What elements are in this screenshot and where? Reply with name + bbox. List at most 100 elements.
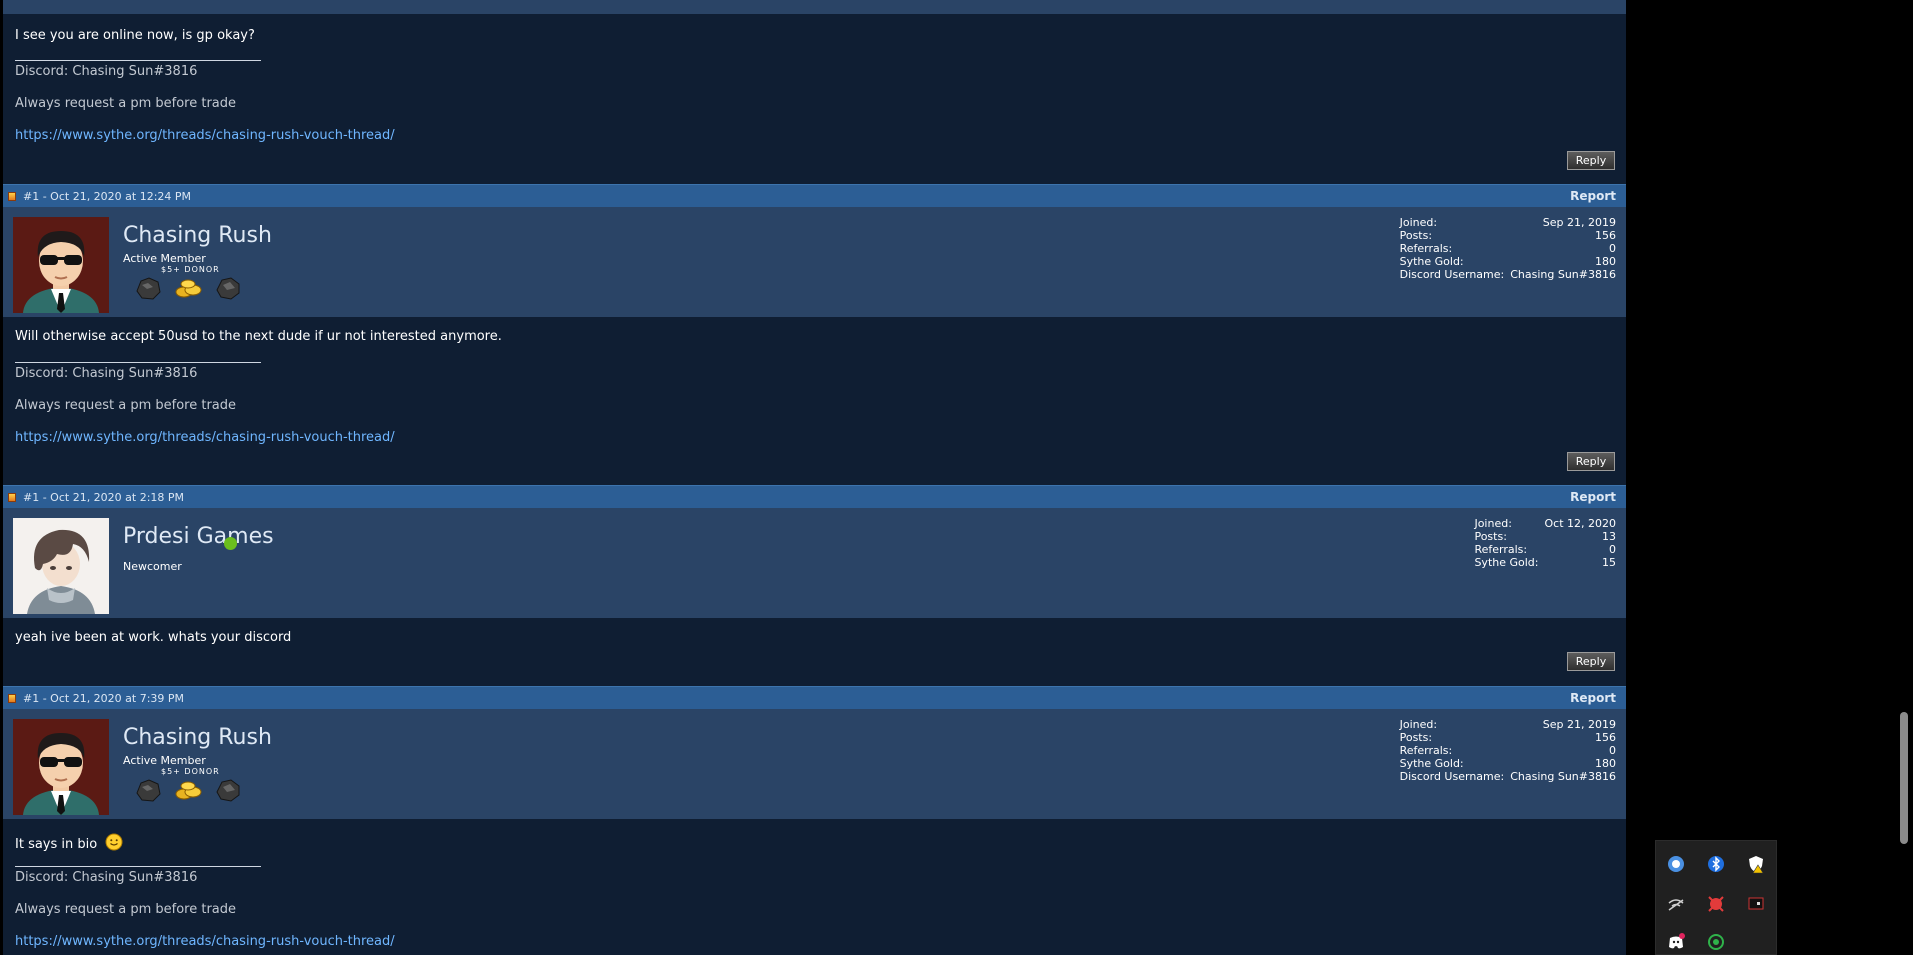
post-header: #1 - Oct 21, 2020 at 2:18 PM Report: [3, 485, 1626, 508]
stat-value: 180: [1595, 757, 1616, 770]
rock-badge-icon: [213, 273, 243, 303]
online-status-icon: [224, 537, 237, 550]
report-link[interactable]: Report: [1570, 189, 1616, 203]
signature-note: Always request a pm before trade: [15, 398, 237, 413]
signature-note: Always request a pm before trade: [15, 96, 237, 111]
post-message: yeah ive been at work. whats your discor…: [15, 630, 292, 645]
post-meta: #1 - Oct 21, 2020 at 12:24 PM: [23, 190, 192, 203]
username[interactable]: Prdesi Games: [123, 524, 274, 549]
post-header: #1 - Oct 21, 2020 at 7:39 PM Report: [3, 686, 1626, 709]
avatar[interactable]: [13, 217, 109, 313]
username[interactable]: Chasing Rush: [123, 725, 272, 750]
stat-value: 0: [1609, 242, 1616, 255]
post: #1 - Oct 21, 2020 at 12:24 PM Report Cha…: [3, 184, 1626, 484]
post-meta: #1 - Oct 21, 2020 at 7:39 PM: [23, 692, 185, 705]
stat-label: Sythe Gold:: [1474, 556, 1539, 569]
stat-label: Referrals:: [1474, 543, 1528, 556]
username[interactable]: Chasing Rush: [123, 223, 272, 248]
post-userbar: [3, 0, 1626, 14]
rock-badge-icon: [133, 775, 163, 805]
signature-discord: Discord: Chasing Sun#3816: [15, 64, 198, 79]
stat-label: Posts:: [1399, 731, 1433, 744]
rock-badge-icon: [213, 775, 243, 805]
stat-value: 180: [1595, 255, 1616, 268]
system-tray-overflow: [1655, 840, 1777, 955]
user-rank: Active Member: [123, 252, 206, 265]
security-warning-icon[interactable]: [1746, 854, 1766, 874]
stat-label: Sythe Gold:: [1399, 255, 1464, 268]
post-top-partial: I see you are online now, is gp okay? Di…: [3, 0, 1626, 183]
stat-label: Discord Username:: [1399, 770, 1505, 783]
stat-label: Referrals:: [1399, 242, 1453, 255]
stat-label: Posts:: [1474, 530, 1507, 543]
red-app-icon[interactable]: [1706, 894, 1726, 914]
post: #1 - Oct 21, 2020 at 2:18 PM Report Prde…: [3, 485, 1626, 686]
smile-emoji-icon: [105, 833, 123, 851]
stat-value: 0: [1609, 543, 1616, 556]
post-icon: [8, 493, 16, 502]
post-message: It says in bio: [15, 833, 123, 852]
green-app-icon[interactable]: [1706, 932, 1726, 952]
post-userbar: Chasing Rush Active Member $5+ DONOR Joi…: [3, 207, 1626, 317]
post-message-text: It says in bio: [15, 837, 98, 852]
gold-coins-badge-icon: [173, 273, 203, 303]
post-icon: [8, 192, 16, 201]
report-link[interactable]: Report: [1570, 490, 1616, 504]
post-meta: #1 - Oct 21, 2020 at 2:18 PM: [23, 491, 185, 504]
post-icon: [8, 694, 16, 703]
desktop-background: [1626, 0, 1887, 955]
stat-label: Referrals:: [1399, 744, 1453, 757]
user-stats: Joined: Oct 12, 2020 Posts: 13 Referrals: 0…: [1474, 517, 1616, 569]
gold-coins-badge-icon: [173, 775, 203, 805]
user-rank: Active Member: [123, 754, 206, 767]
signature-link[interactable]: https://www.sythe.org/threads/chasing-ru…: [15, 128, 395, 143]
stat-label: Joined:: [1474, 517, 1512, 530]
stat-value: 0: [1609, 744, 1616, 757]
signature-divider: [15, 362, 261, 363]
post-userbar: Chasing Rush Active Member $5+ DONOR Joi…: [3, 709, 1626, 819]
post-message: Will otherwise accept 50usd to the next …: [15, 329, 502, 344]
user-stats: Joined: Sep 21, 2019 Posts: 156 Referrals:…: [1400, 216, 1616, 281]
post-message: I see you are online now, is gp okay?: [15, 28, 255, 43]
signature-divider: [15, 60, 261, 61]
post-header: #1 - Oct 21, 2020 at 12:24 PM Report: [3, 184, 1626, 207]
network-disconnected-icon[interactable]: [1666, 894, 1686, 914]
rock-badge-icon: [133, 273, 163, 303]
signature-link[interactable]: https://www.sythe.org/threads/chasing-ru…: [15, 430, 395, 445]
reply-button[interactable]: Reply: [1567, 652, 1615, 671]
scrollbar-thumb[interactable]: [1900, 712, 1908, 844]
stat-value: 156: [1595, 229, 1616, 242]
reply-button[interactable]: Reply: [1567, 452, 1615, 471]
stat-value: Sep 21, 2019: [1542, 216, 1616, 229]
signature-link[interactable]: https://www.sythe.org/threads/chasing-ru…: [15, 934, 395, 949]
reply-button[interactable]: Reply: [1567, 151, 1615, 170]
stat-value: Chasing Sun#3816: [1510, 770, 1616, 783]
stat-value: 13: [1602, 530, 1616, 543]
avatar[interactable]: [13, 518, 109, 614]
stat-label: Joined:: [1399, 216, 1438, 229]
stat-label: Discord Username:: [1399, 268, 1505, 281]
stat-value: Oct 12, 2020: [1544, 517, 1617, 530]
signature-discord: Discord: Chasing Sun#3816: [15, 870, 198, 885]
page-scrollbar[interactable]: [1896, 0, 1913, 955]
post: #1 - Oct 21, 2020 at 7:39 PM Report Chas…: [3, 686, 1626, 955]
user-stats: Joined: Sep 21, 2019 Posts: 156 Referrals:…: [1400, 718, 1616, 783]
display-icon[interactable]: [1746, 894, 1766, 914]
stat-label: Posts:: [1399, 229, 1433, 242]
stat-value: Chasing Sun#3816: [1510, 268, 1616, 281]
bluetooth-icon[interactable]: [1706, 854, 1726, 874]
stat-value: 15: [1602, 556, 1616, 569]
signature-note: Always request a pm before trade: [15, 902, 237, 917]
forum-thread: I see you are online now, is gp okay? Di…: [3, 0, 1626, 955]
avatar[interactable]: [13, 719, 109, 815]
stat-value: 156: [1595, 731, 1616, 744]
signature-divider: [15, 866, 261, 867]
post-userbar: Prdesi Games Newcomer Joined: Oct 12, 202…: [3, 508, 1626, 618]
discord-icon[interactable]: [1666, 932, 1686, 952]
google-update-icon[interactable]: [1666, 854, 1686, 874]
user-rank: Newcomer: [123, 560, 182, 573]
stat-value: Sep 21, 2019: [1542, 718, 1616, 731]
stat-label: Joined:: [1399, 718, 1438, 731]
report-link[interactable]: Report: [1570, 691, 1616, 705]
signature-discord: Discord: Chasing Sun#3816: [15, 366, 198, 381]
